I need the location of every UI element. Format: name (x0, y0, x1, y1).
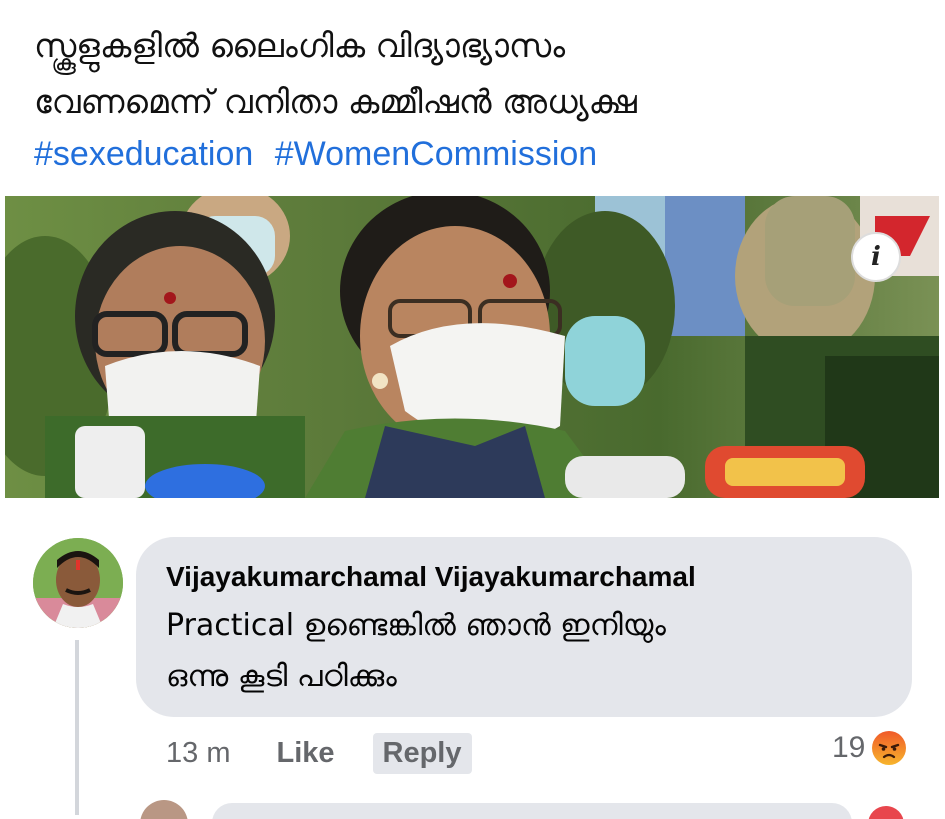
post-title-line-2: വേണമെന്ന് വനിതാ കമ്മീഷൻ അധ്യക്ഷ (34, 82, 637, 121)
hashtag-sexeducation[interactable]: #sexeducation (34, 135, 253, 173)
avatar[interactable] (33, 538, 123, 628)
comment-author-name[interactable]: Vijayakumarchamal Vijayakumarchamal (166, 559, 884, 595)
reaction-count: 19 (832, 731, 866, 764)
avatar-image (33, 538, 123, 628)
news-photo-image (5, 196, 939, 498)
next-comment-reaction-icon (868, 806, 904, 819)
info-icon[interactable]: i (851, 232, 901, 282)
post-title-line-1: സ്കൂളുകളിൽ ലൈംഗിക വിദ്യാഭ്യാസം (34, 26, 566, 65)
comment-text: Practical ഉണ്ടെങ്കിൽ ഞാൻ ഇനിയും ഒന്നു കൂ… (166, 600, 884, 702)
comment-bubble[interactable]: Vijayakumarchamal Vijayakumarchamal Prac… (136, 537, 912, 717)
hashtag-row: #sexeducation #WomenCommission (34, 132, 924, 176)
comment-actions: 13 m Like Reply (166, 728, 472, 778)
hashtag-womencommission[interactable]: #WomenCommission (275, 135, 597, 173)
next-comment-avatar[interactable] (140, 800, 188, 819)
reaction-summary[interactable]: 19 (832, 730, 907, 766)
reply-button[interactable]: Reply (372, 732, 472, 774)
comment-text-line-2: ഒന്നു കൂടി പഠിക്കും (166, 659, 397, 694)
angry-reaction-icon (872, 731, 907, 765)
comment-text-line-1: Practical ഉണ്ടെങ്കിൽ ഞാൻ ഇനിയും (166, 608, 666, 643)
next-comment-bubble[interactable] (212, 803, 852, 819)
news-photo[interactable] (5, 196, 939, 498)
like-button[interactable]: Like (276, 737, 334, 770)
comment-timestamp[interactable]: 13 m (166, 737, 230, 770)
post-text: സ്കൂളുകളിൽ ലൈംഗിക വിദ്യാഭ്യാസം വേണമെന്ന്… (34, 18, 924, 176)
thread-connector-line (75, 640, 79, 815)
